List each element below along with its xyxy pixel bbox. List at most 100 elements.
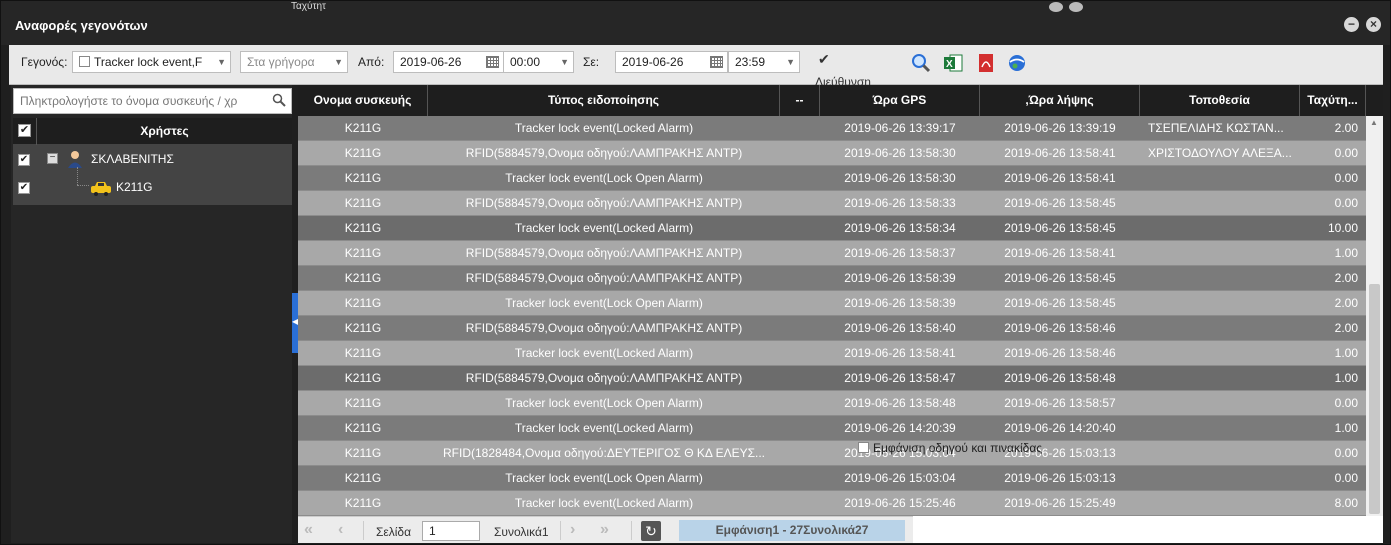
pager-divider — [631, 521, 632, 540]
device-checkbox[interactable]: ✔ — [18, 182, 30, 194]
pager-divider — [363, 521, 364, 540]
search-icon[interactable] — [911, 53, 931, 73]
cell-notification-type: RFID(5884579,Ονομα οδηγού:ΛΑΜΠΡΑΚΗΣ ΑΝΤΡ… — [465, 271, 743, 285]
table-row[interactable]: K211G Tracker lock event(Locked Alarm) 201… — [298, 216, 1366, 241]
scroll-up-icon[interactable]: ▲ — [1370, 118, 1378, 127]
cell-gps-time: 2019-06-26 13:39:17 — [844, 121, 956, 135]
cell-notification-type: RFID(5884579,Ονομα οδηγού:ΛΑΜΠΡΑΚΗΣ ΑΝΤΡ… — [465, 246, 743, 260]
title-bar: Ταχύτητ Αναφορές γεγονότων − × — [1, 1, 1390, 45]
cell-device: K211G — [344, 471, 382, 485]
cell-gps-time: 2019-06-26 15:03:04 — [844, 471, 956, 485]
collapse-icon[interactable]: − — [47, 153, 58, 164]
table-row[interactable]: K211G Tracker lock event(Lock Open Alarm)… — [298, 291, 1366, 316]
vertical-scrollbar[interactable]: ▲ — [1366, 116, 1383, 516]
table-row[interactable]: K211G Tracker lock event(Locked Alarm) 201… — [298, 341, 1366, 366]
cell-speed: 0.00 — [1334, 471, 1358, 485]
cell-notification-type: Tracker lock event(Lock Open Alarm) — [505, 171, 703, 185]
table-row[interactable]: K211G Tracker lock event(Locked Alarm) 201… — [298, 491, 1366, 516]
event-select[interactable]: Tracker lock event,F ▼ — [72, 51, 231, 73]
col-gps-time[interactable]: Ώρα GPS — [820, 85, 980, 116]
cell-device: K211G — [344, 221, 382, 235]
minimize-icon[interactable]: − — [1344, 17, 1359, 32]
google-earth-icon[interactable] — [1007, 53, 1027, 73]
event-checkbox[interactable] — [79, 56, 90, 68]
device-search-input[interactable]: Πληκτρολογήστε το όνομα συσκευής / χρ — [13, 88, 292, 114]
col-location[interactable]: Τοποθεσία — [1140, 85, 1300, 116]
table-row[interactable]: K211G RFID(5884579,Ονομα οδηγού:ΛΑΜΠΡΑΚΗΣ… — [298, 141, 1366, 166]
scrollbar-thumb[interactable] — [1369, 284, 1380, 514]
cell-device: K211G — [344, 296, 382, 310]
page-number-input[interactable]: 1 — [422, 521, 480, 541]
from-date-value: 2019-06-26 — [400, 55, 462, 69]
quick-select-placeholder: Στα γρήγορα — [247, 55, 315, 69]
cell-device: K211G — [344, 271, 382, 285]
cell-device: K211G — [344, 121, 382, 135]
select-all-checkbox[interactable]: ✔ — [18, 124, 31, 137]
cell-location — [1148, 441, 1298, 466]
cell-speed: 0.00 — [1334, 396, 1358, 410]
tree-node-device[interactable]: ✔ K211G — [13, 173, 292, 201]
cell-notification-type: Tracker lock event(Lock Open Alarm) — [505, 396, 703, 410]
tree-node-group[interactable]: ✔ − ΣΚΛΑΒΕΝΙΤΗΣ — [13, 145, 292, 173]
last-page-icon[interactable]: » — [600, 521, 609, 539]
col-notification-type[interactable]: Τύπος ειδοποίησης — [428, 85, 780, 116]
col-device-name[interactable]: Ονομα συσκευής — [298, 85, 428, 116]
to-date-input[interactable]: 2019-06-26 — [615, 51, 728, 73]
background-button-icon — [1049, 2, 1063, 12]
table-row[interactable]: K211G Tracker lock event(Lock Open Alarm)… — [298, 166, 1366, 191]
cell-gps-time: 2019-06-26 14:20:39 — [844, 421, 956, 435]
show-driver-plate-checkbox[interactable] — [858, 442, 869, 454]
grid-header: Ονομα συσκευής Τύπος ειδοποίησης -- Ώρα … — [298, 85, 1383, 116]
calendar-icon[interactable] — [710, 56, 723, 68]
col-extra[interactable]: -- — [780, 85, 820, 116]
display-range-text: Εμφάνιση1 - 27Συνολικά27 — [679, 520, 905, 541]
cell-received-time: 2019-06-26 15:03:13 — [1004, 471, 1116, 485]
table-row[interactable]: K211G RFID(5884579,Ονομα οδηγού:ΛΑΜΠΡΑΚΗΣ… — [298, 191, 1366, 216]
cell-notification-type: Tracker lock event(Locked Alarm) — [514, 346, 694, 360]
pdf-icon[interactable] — [976, 53, 996, 73]
next-page-icon[interactable]: › — [570, 521, 575, 539]
user-tree-panel: Πληκτρολογήστε το όνομα συσκευής / χρ ✔ … — [11, 85, 292, 543]
table-row[interactable]: K211G Tracker lock event(Lock Open Alarm)… — [298, 391, 1366, 416]
to-time-select[interactable]: 23:59 ▼ — [728, 51, 800, 73]
cell-extra — [780, 316, 820, 341]
show-driver-plate-option[interactable]: Εμφάνιση οδηγού και πινακίδας — [858, 441, 1042, 455]
cell-gps-time: 2019-06-26 15:25:46 — [844, 496, 956, 510]
close-icon[interactable]: × — [1366, 17, 1381, 32]
table-row[interactable]: K211G RFID(1828484,Ονομα οδηγού:ΔΕΥΤΕΡΙΓΟ… — [298, 441, 1366, 466]
table-row[interactable]: K211G RFID(5884579,Ονομα οδηγού:ΛΑΜΠΡΑΚΗΣ… — [298, 316, 1366, 341]
col-speed[interactable]: Ταχύτη... — [1300, 85, 1366, 116]
cell-location — [1148, 241, 1298, 266]
to-label: Σε: — [583, 55, 600, 69]
table-row[interactable]: K211G Tracker lock event(Locked Alarm) 201… — [298, 416, 1366, 441]
cell-gps-time: 2019-06-26 13:58:37 — [844, 246, 956, 260]
excel-icon[interactable]: X — [943, 53, 963, 73]
table-row[interactable]: K211G RFID(5884579,Ονομα οδηγού:ΛΑΜΠΡΑΚΗΣ… — [298, 366, 1366, 391]
table-row[interactable]: K211G RFID(5884579,Ονομα οδηγού:ΛΑΜΠΡΑΚΗΣ… — [298, 266, 1366, 291]
cell-gps-time: 2019-06-26 13:58:33 — [844, 196, 956, 210]
prev-page-icon[interactable]: ‹ — [338, 521, 343, 539]
from-date-input[interactable]: 2019-06-26 — [393, 51, 504, 73]
cell-extra — [780, 341, 820, 366]
col-received-time[interactable]: ,Ώρα λήψης — [980, 85, 1140, 116]
cell-location — [1148, 391, 1298, 416]
table-row[interactable]: K211G Tracker lock event(Locked Alarm) 201… — [298, 116, 1366, 141]
search-icon[interactable] — [272, 93, 286, 107]
cell-extra — [780, 291, 820, 316]
from-time-select[interactable]: 00:00 ▼ — [503, 51, 574, 73]
show-driver-plate-label: Εμφάνιση οδηγού και πινακίδας — [873, 441, 1043, 455]
cell-device: K211G — [344, 146, 382, 160]
cell-extra — [780, 141, 820, 166]
cell-received-time: 2019-06-26 13:58:41 — [1004, 171, 1116, 185]
cell-received-time: 2019-06-26 13:58:46 — [1004, 321, 1116, 335]
table-row[interactable]: K211G RFID(5884579,Ονομα οδηγού:ΛΑΜΠΡΑΚΗΣ… — [298, 241, 1366, 266]
direction-toggle[interactable]: ✔ Διεύθυνση — [815, 51, 885, 85]
quick-select[interactable]: Στα γρήγορα ▼ — [240, 51, 348, 73]
first-page-icon[interactable]: « — [304, 521, 313, 539]
table-row[interactable]: K211G Tracker lock event(Lock Open Alarm)… — [298, 466, 1366, 491]
group-checkbox[interactable]: ✔ — [18, 154, 30, 166]
calendar-icon[interactable] — [486, 56, 499, 68]
cell-speed: 2.00 — [1334, 271, 1358, 285]
cell-received-time: 2019-06-26 13:58:45 — [1004, 221, 1116, 235]
refresh-icon[interactable]: ↻ — [641, 521, 661, 541]
